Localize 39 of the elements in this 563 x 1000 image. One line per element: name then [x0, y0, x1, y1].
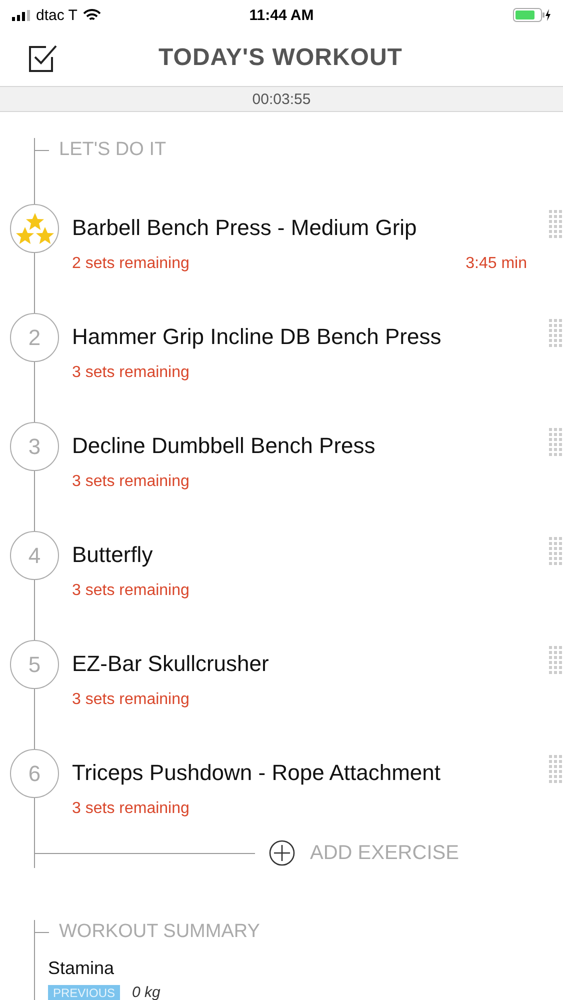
exercise-name[interactable]: EZ-Bar Skullcrusher [72, 651, 549, 677]
rest-time: 3:45 min [466, 255, 527, 273]
previous-badge: PREVIOUS [48, 984, 120, 1000]
drag-handle-icon[interactable] [549, 646, 563, 676]
stars-icon [16, 212, 54, 246]
exercise-number: 5 [28, 652, 41, 678]
sets-remaining: 3 sets remaining [72, 691, 190, 709]
signal-icon [12, 10, 30, 20]
battery-charging-icon [512, 8, 551, 22]
exercise-number: 2 [28, 324, 41, 350]
exercise-name[interactable]: Butterfly [72, 542, 549, 568]
plus-circle-icon [269, 840, 295, 866]
drag-handle-icon[interactable] [549, 210, 563, 240]
exercise-number: 3 [28, 434, 41, 460]
checkbox-icon[interactable] [28, 43, 58, 73]
sets-remaining: 3 sets remaining [72, 364, 190, 382]
exercise-name[interactable]: Hammer Grip Incline DB Bench Press [72, 324, 549, 350]
drag-handle-icon[interactable] [549, 319, 563, 349]
exercise-name[interactable]: Triceps Pushdown - Rope Attachment [72, 760, 549, 786]
section-heading: LET'S DO IT [59, 139, 166, 161]
wifi-icon [83, 8, 102, 22]
sets-remaining: 2 sets remaining [72, 255, 190, 273]
exercise-name[interactable]: Decline Dumbbell Bench Press [72, 433, 549, 459]
carrier-name: dtac T [36, 6, 78, 24]
sets-remaining: 3 sets remaining [72, 800, 190, 818]
page-title: TODAY'S WORKOUT [158, 44, 404, 72]
drag-handle-icon[interactable] [549, 755, 563, 785]
metric-value: 0 kg [132, 984, 160, 1000]
exercise-number: 4 [28, 542, 41, 568]
exercise-name[interactable]: Barbell Bench Press - Medium Grip [72, 215, 549, 241]
sets-remaining: 3 sets remaining [72, 582, 190, 600]
drag-handle-icon[interactable] [549, 537, 563, 567]
metric-label: Stamina [48, 958, 116, 979]
exercise-number: 6 [28, 760, 41, 786]
section-heading: WORKOUT SUMMARY [59, 921, 260, 943]
sets-remaining: 3 sets remaining [72, 473, 190, 491]
elapsed-timer: 00:03:55 [252, 90, 311, 108]
drag-handle-icon[interactable] [549, 428, 563, 458]
clock-time: 11:44 AM [249, 6, 314, 24]
